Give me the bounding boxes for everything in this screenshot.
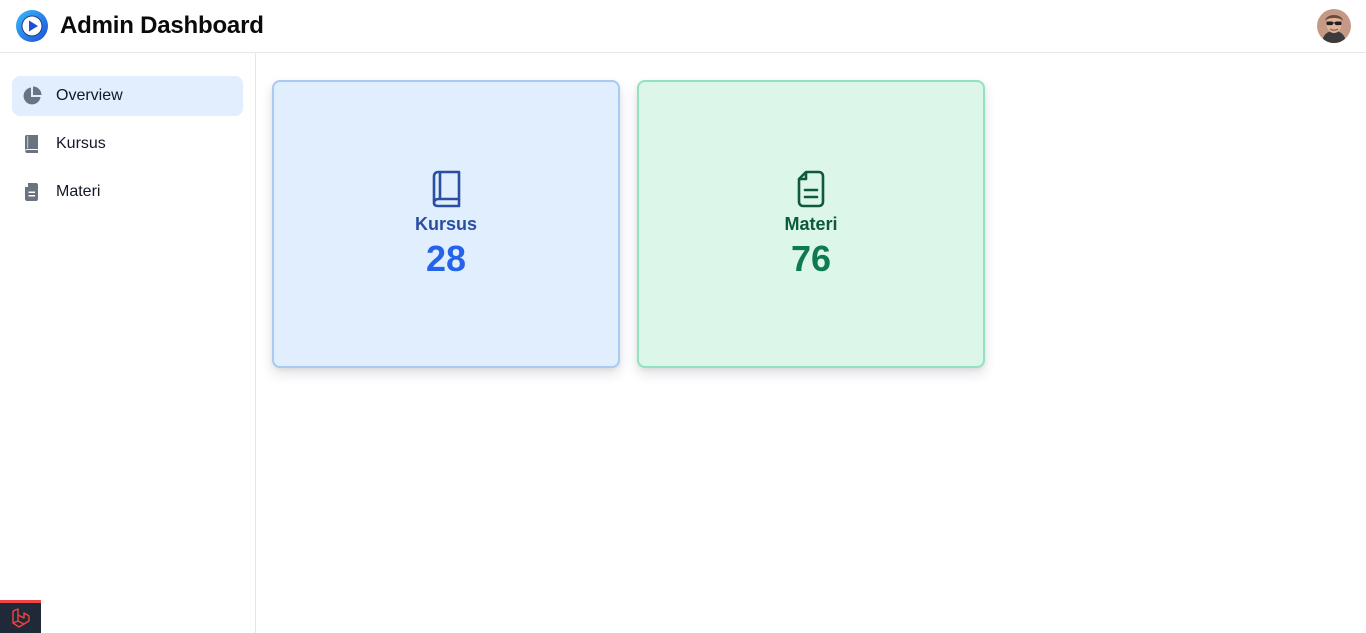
pie-chart-icon — [22, 86, 42, 106]
card-value: 28 — [425, 237, 467, 279]
sidebar-item-materi[interactable]: Materi — [12, 172, 243, 212]
book-icon — [22, 134, 42, 154]
book-icon — [428, 170, 464, 208]
sidebar-item-label: Materi — [56, 183, 101, 200]
sidebar: Overview Kursus Materi — [0, 53, 256, 633]
user-avatar[interactable] — [1317, 9, 1351, 43]
kursus-stat-card[interactable]: Kursus 28 — [272, 80, 620, 368]
document-icon — [22, 182, 42, 202]
laravel-icon[interactable] — [0, 600, 41, 633]
sidebar-item-kursus[interactable]: Kursus — [12, 124, 243, 164]
materi-stat-card[interactable]: Materi 76 — [637, 80, 985, 368]
card-value: 76 — [790, 237, 832, 279]
play-circle-icon[interactable] — [16, 10, 48, 42]
sidebar-item-overview[interactable]: Overview — [12, 76, 243, 116]
page-title: Admin Dashboard — [60, 12, 264, 39]
sidebar-item-label: Kursus — [56, 135, 106, 152]
card-label: Kursus — [414, 213, 477, 234]
top-header: Admin Dashboard — [0, 0, 1366, 53]
document-icon — [793, 170, 829, 208]
sidebar-item-label: Overview — [56, 87, 123, 104]
card-label: Materi — [784, 213, 838, 234]
